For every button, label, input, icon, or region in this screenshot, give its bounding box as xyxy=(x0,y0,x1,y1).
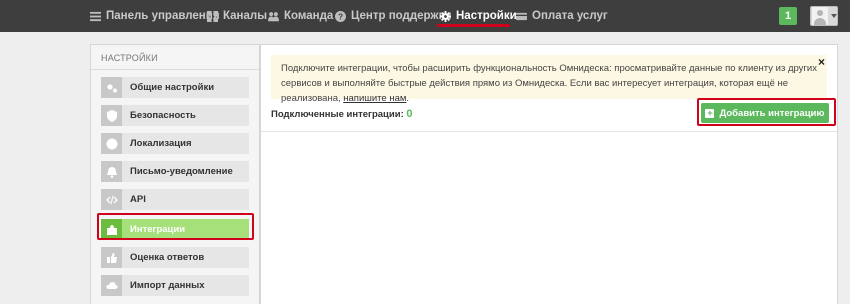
integrations-notice: Подключите интеграции, чтобы расширить ф… xyxy=(271,55,827,104)
add-button-highlight-frame xyxy=(697,98,836,126)
nav-support-center[interactable]: ? Центр поддержки xyxy=(335,0,451,32)
settings-sidebar: НАСТРОЙКИ Общие настройки Безопасность Л… xyxy=(90,44,260,304)
nav-billing[interactable]: Оплата услуг xyxy=(516,0,608,32)
sidebar-item-label: Оценка ответов xyxy=(130,252,205,263)
nav-team-label: Команда xyxy=(284,10,334,22)
svg-text:?: ? xyxy=(338,12,343,21)
nav-team[interactable]: Команда xyxy=(268,0,333,32)
contact-us-link[interactable]: напишите нам xyxy=(343,93,406,104)
nav-support-center-label: Центр поддержки xyxy=(351,10,452,22)
sidebar-item-label: Импорт данных xyxy=(130,280,205,291)
notification-badge[interactable]: 1 xyxy=(779,7,797,25)
users-icon xyxy=(268,11,279,21)
active-nav-highlight xyxy=(437,24,510,27)
sidebar-item-localization[interactable]: Локализация xyxy=(101,133,249,154)
sidebar-item-label: Локализация xyxy=(130,138,192,149)
sidebar-item-label: Общие настройки xyxy=(130,82,215,93)
sidebar-item-notification-email[interactable]: Письмо-уведомление xyxy=(101,161,249,182)
nav-settings-label: Настройки xyxy=(456,10,517,22)
content-divider xyxy=(261,131,837,132)
sidebar-item-general[interactable]: Общие настройки xyxy=(101,77,249,98)
sidebar-title: НАСТРОЙКИ xyxy=(101,53,158,63)
nav-billing-label: Оплата услуг xyxy=(532,10,608,22)
shield-icon xyxy=(101,105,122,126)
grid-icon xyxy=(207,10,218,22)
nav-settings[interactable]: Настройки xyxy=(440,0,517,32)
sidebar-item-label: Письмо-уведомление xyxy=(130,166,233,177)
nav-channels-label: Каналы xyxy=(223,10,268,22)
integrations-panel: Подключите интеграции, чтобы расширить ф… xyxy=(260,44,838,304)
nav-dashboard-label: Панель управления xyxy=(106,10,220,22)
connected-integrations-label: Подключенные интеграции: 0 xyxy=(271,108,413,120)
globe-icon xyxy=(101,133,122,154)
card-icon xyxy=(516,12,527,20)
top-nav-bar: Панель управления Каналы Команда ? Центр… xyxy=(0,0,850,32)
nav-dashboard[interactable]: Панель управления xyxy=(90,0,220,32)
user-avatar-menu[interactable] xyxy=(810,6,838,26)
sidebar-item-label: Безопасность xyxy=(130,110,196,121)
integrations-highlight-frame xyxy=(97,213,254,240)
list-icon xyxy=(90,11,101,21)
connected-integrations-text: Подключенные интеграции: xyxy=(271,109,404,120)
avatar xyxy=(812,7,828,25)
sidebar-item-label: API xyxy=(130,194,146,205)
cloud-upload-icon xyxy=(101,275,122,296)
sidebar-divider xyxy=(91,69,259,70)
notice-end: . xyxy=(406,93,410,104)
connected-integrations-count: 0 xyxy=(406,108,413,120)
question-icon: ? xyxy=(335,10,346,22)
chevron-down-icon xyxy=(831,14,837,18)
sidebar-item-data-import[interactable]: Импорт данных xyxy=(101,275,249,296)
nav-channels[interactable]: Каналы xyxy=(207,0,267,32)
gears-icon xyxy=(101,77,122,98)
gear-icon xyxy=(440,10,451,22)
close-icon[interactable]: × xyxy=(818,55,825,69)
sidebar-item-answer-rating[interactable]: Оценка ответов xyxy=(101,247,249,268)
bell-icon xyxy=(101,161,122,182)
code-icon xyxy=(101,189,122,210)
thumbs-up-icon xyxy=(101,247,122,268)
sidebar-item-security[interactable]: Безопасность xyxy=(101,105,249,126)
sidebar-item-api[interactable]: API xyxy=(101,189,249,210)
